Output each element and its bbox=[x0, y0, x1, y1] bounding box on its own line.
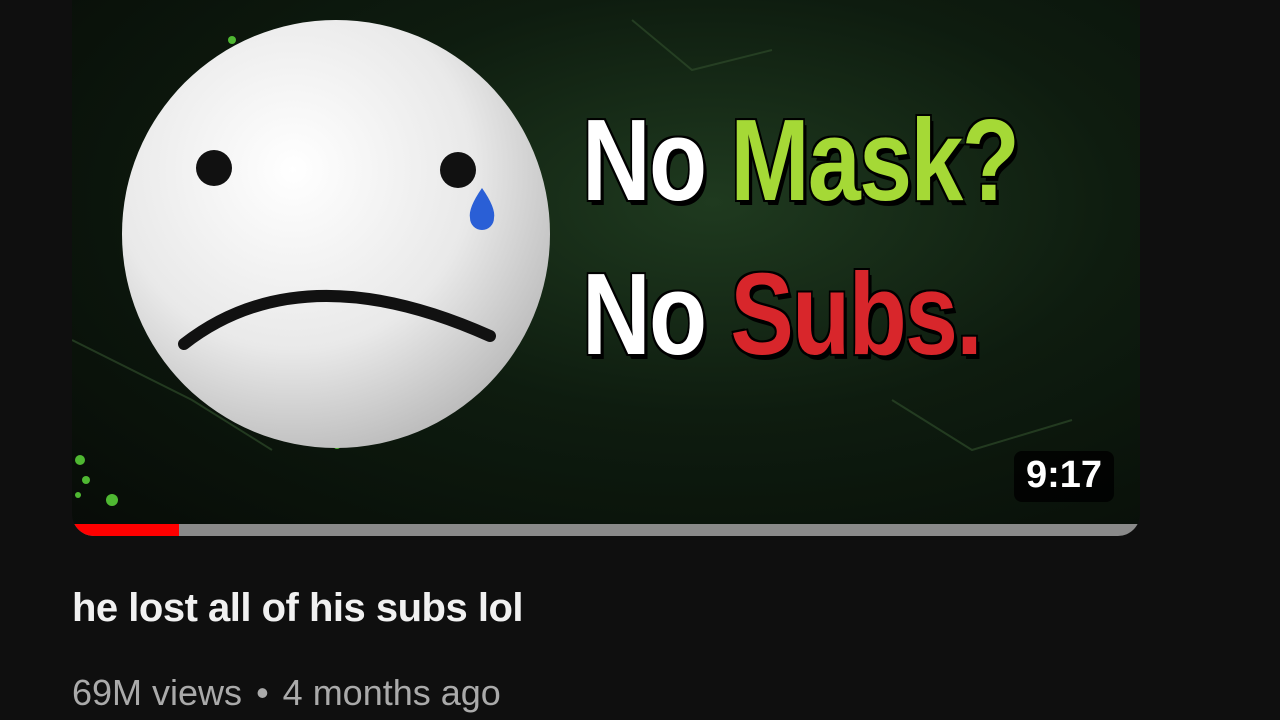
meta-separator: • bbox=[256, 672, 269, 713]
video-card[interactable]: No Mask? No Subs. 9:17 he lost all of hi… bbox=[0, 0, 1280, 720]
upload-age: 4 months ago bbox=[282, 672, 501, 713]
watch-progress-bar bbox=[72, 524, 1140, 536]
headline-word: Mask? bbox=[730, 95, 1019, 225]
view-count: 69M views bbox=[72, 672, 243, 713]
thumbnail-headline-line2: No Subs. bbox=[582, 256, 983, 372]
headline-word: No bbox=[582, 249, 707, 379]
headline-word: Subs. bbox=[730, 249, 982, 379]
sad-face-crying-icon bbox=[122, 20, 550, 448]
video-thumbnail[interactable]: No Mask? No Subs. 9:17 bbox=[72, 0, 1140, 536]
thumbnail-headline-line1: No Mask? bbox=[582, 102, 1020, 218]
watch-progress-fill bbox=[72, 524, 179, 536]
duration-badge: 9:17 bbox=[1013, 451, 1114, 502]
video-title[interactable]: he lost all of his subs lol bbox=[72, 586, 524, 631]
headline-word: No bbox=[582, 95, 707, 225]
video-metadata: 69M views • 4 months ago bbox=[72, 672, 501, 714]
